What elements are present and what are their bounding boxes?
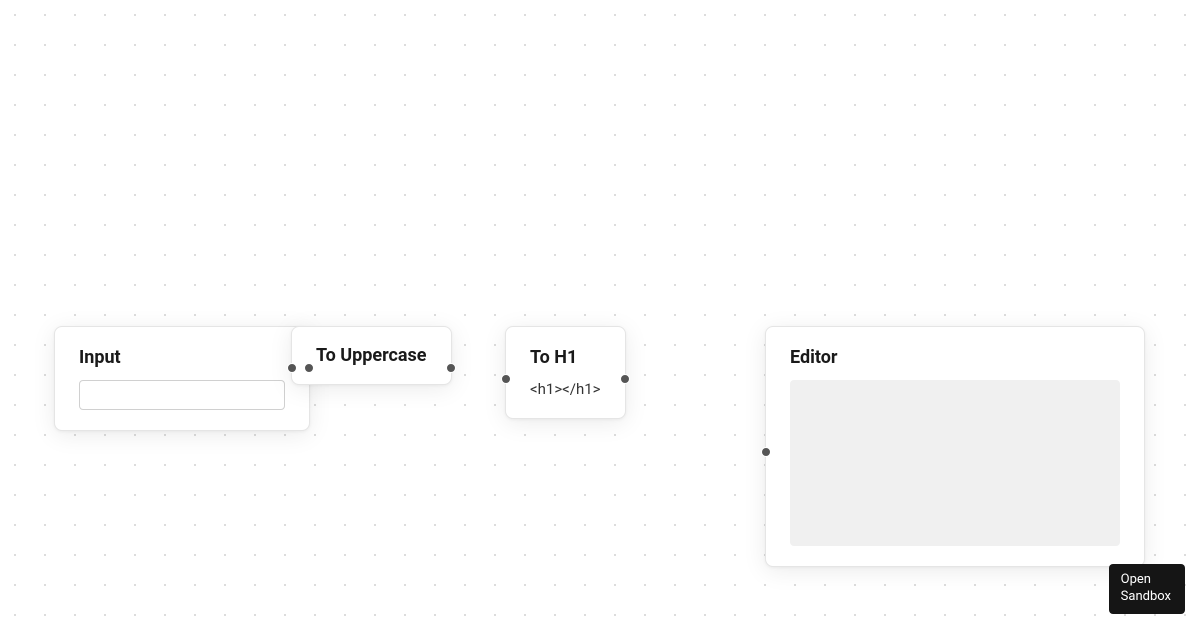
node-h1-title: To H1	[530, 347, 601, 368]
open-sandbox-button[interactable]: Open Sandbox	[1109, 564, 1185, 614]
node-editor-area[interactable]	[790, 380, 1120, 546]
node-uppercase[interactable]: To Uppercase	[291, 326, 452, 385]
handle-uppercase-output[interactable]	[446, 363, 456, 373]
handle-editor-input[interactable]	[761, 447, 771, 457]
handle-h1-input[interactable]	[501, 374, 511, 384]
node-h1[interactable]: To H1 <h1></h1>	[505, 326, 626, 419]
node-editor[interactable]: Editor	[765, 326, 1145, 567]
handle-h1-output[interactable]	[620, 374, 630, 384]
handle-uppercase-input[interactable]	[287, 363, 297, 373]
node-uppercase-title: To Uppercase	[316, 345, 427, 366]
node-input[interactable]: Input	[54, 326, 310, 431]
node-input-title: Input	[79, 347, 285, 368]
sandbox-label-line1: Open	[1121, 572, 1151, 587]
flow-canvas[interactable]: Input To Uppercase To H1 <h1></h1> Edito…	[0, 0, 1200, 630]
node-editor-title: Editor	[790, 347, 1120, 368]
handle-input-output[interactable]	[304, 363, 314, 373]
sandbox-label-line2: Sandbox	[1121, 589, 1171, 604]
node-input-field[interactable]	[79, 380, 285, 410]
node-h1-content: <h1></h1>	[530, 380, 601, 398]
